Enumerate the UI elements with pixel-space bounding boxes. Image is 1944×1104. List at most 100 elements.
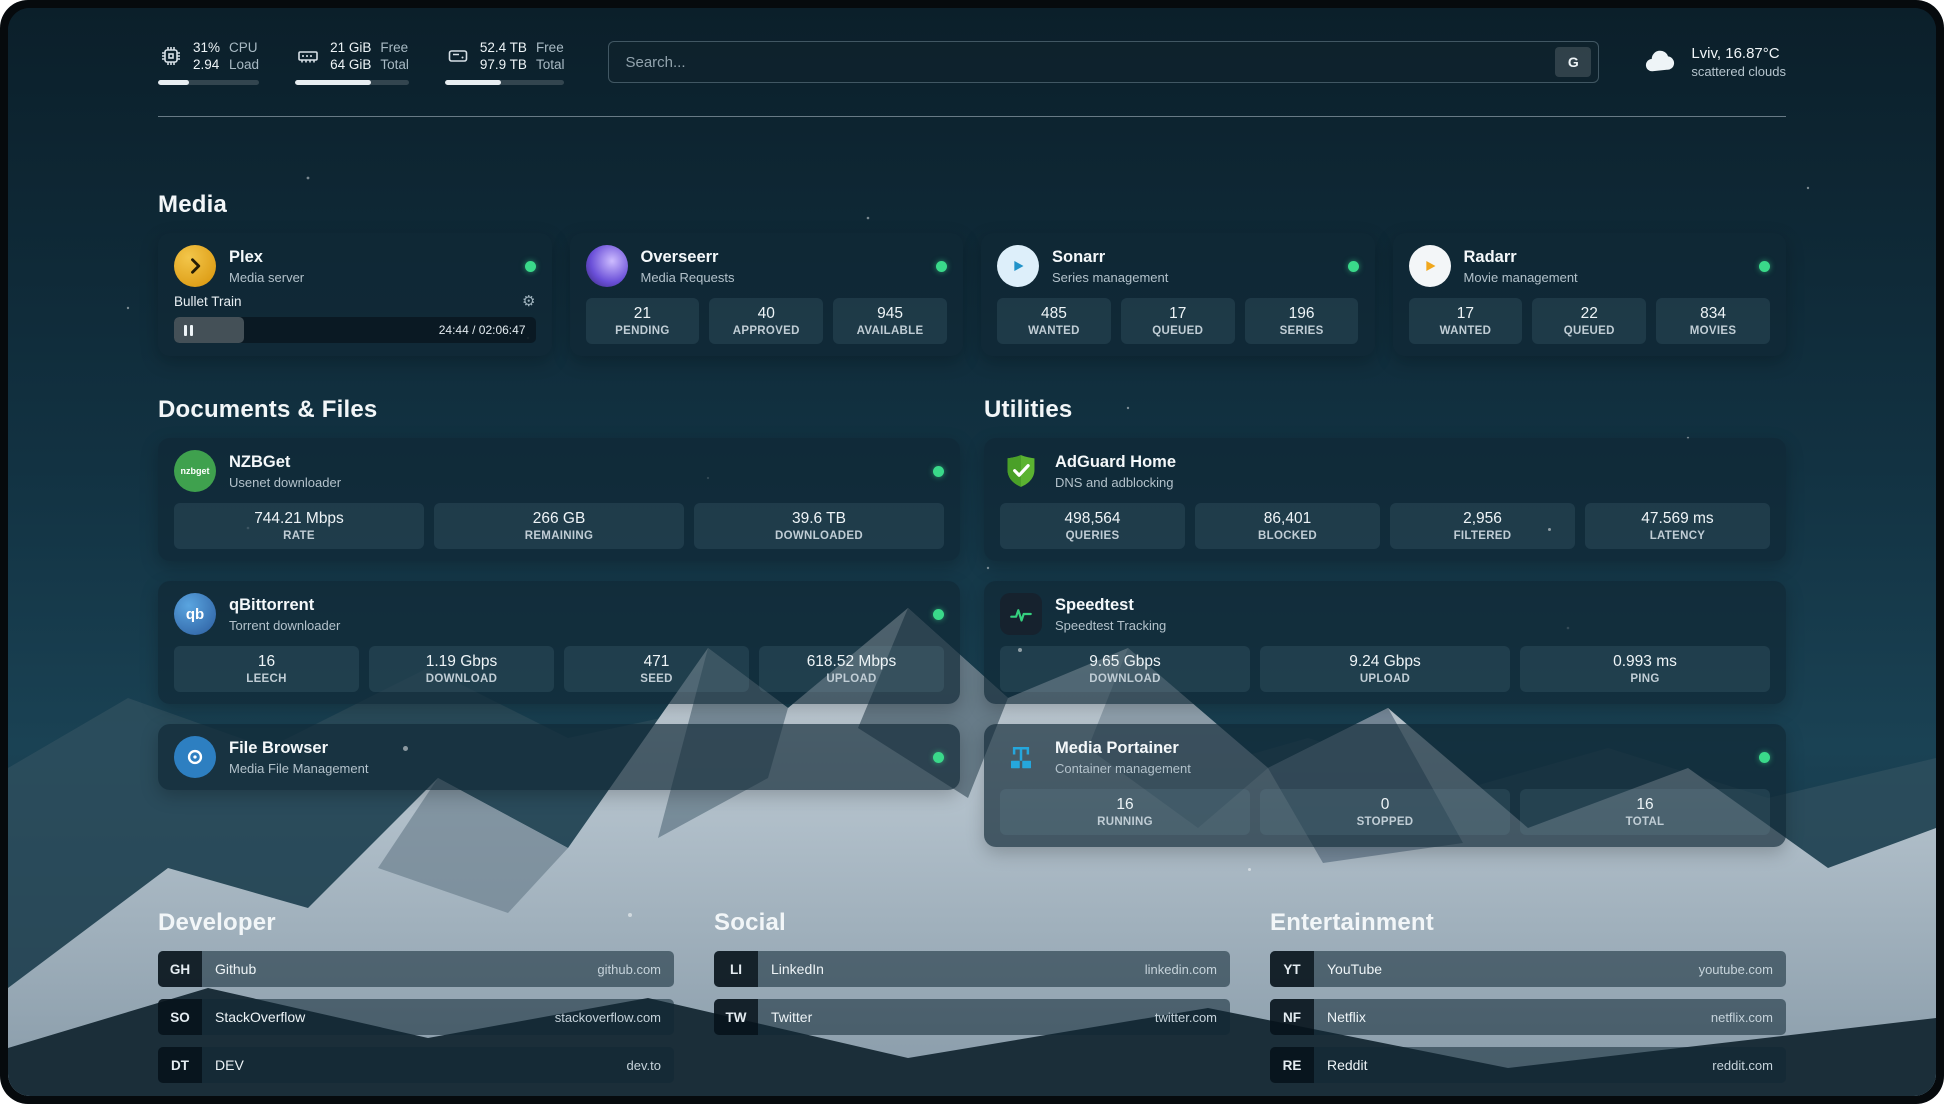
utilities-heading: Utilities [984,396,1786,424]
stat-value: 1.19 Gbps [371,652,552,671]
bookmark-abbr: TW [714,999,758,1035]
portainer-icon [1000,736,1042,778]
weather-widget: Lviv, 16.87°C scattered clouds [1643,45,1786,80]
bookmark-youtube[interactable]: YT YouTube youtube.com [1270,951,1786,987]
card-subtitle: Torrent downloader [229,618,340,633]
stat-label: REMAINING [436,530,682,542]
card-subtitle: DNS and adblocking [1055,475,1176,490]
search-bar[interactable]: G [608,41,1599,83]
cpu-load-value: 2.94 [193,56,220,73]
bookmark-url: github.com [597,962,661,977]
bookmark-stackoverflow[interactable]: SO StackOverflow stackoverflow.com [158,999,674,1035]
sonarr-icon [997,245,1039,287]
stat-value: 471 [566,652,747,671]
disk-icon [445,43,471,69]
service-card-nzbget[interactable]: nzbget NZBGet Usenet downloader 744.21 M… [158,438,960,561]
card-subtitle: Series management [1052,270,1168,285]
nzbget-icon: nzbget [174,450,216,492]
card-subtitle: Container management [1055,761,1191,776]
playback-progressbar: 24:44 / 02:06:47 [174,317,536,343]
search-provider-button[interactable]: G [1555,47,1591,77]
desktop: 31% 2.94 CPU Load [0,0,1944,1104]
service-card-plex[interactable]: Plex Media server Bullet Train ⚙ 24:44 /… [158,233,552,356]
stat-value: 86,401 [1197,509,1378,528]
bookmark-group-entertainment: Entertainment YT YouTube youtube.com NF … [1270,909,1786,1083]
service-card-adguard[interactable]: AdGuard Home DNS and adblocking 498,564 … [984,438,1786,561]
stat-value: 618.52 Mbps [761,652,942,671]
service-card-portainer[interactable]: Media Portainer Container management 16 … [984,724,1786,847]
stat-value: 21 [588,304,698,323]
stat-value: 40 [711,304,821,323]
card-title: Overseerr [641,248,735,267]
bookmark-name: Github [215,961,256,977]
stat-value: 744.21 Mbps [176,509,422,528]
service-card-radarr[interactable]: Radarr Movie management 17 WANTED 22 QUE… [1393,233,1787,356]
stat-label: SERIES [1247,325,1357,337]
stat-tile: 0 STOPPED [1260,789,1510,835]
now-playing-title: Bullet Train [174,294,242,309]
stat-value: 22 [1534,304,1644,323]
metric-disk: 52.4 TB 97.9 TB Free Total [445,39,565,85]
service-card-overseerr[interactable]: Overseerr Media Requests 21 PENDING 40 A… [570,233,964,356]
bookmark-url: linkedin.com [1145,962,1217,977]
service-card-sonarr[interactable]: Sonarr Series management 485 WANTED 17 Q… [981,233,1375,356]
service-card-speedtest[interactable]: Speedtest Speedtest Tracking 9.65 Gbps D… [984,581,1786,704]
stat-tile: 16 LEECH [174,646,359,692]
bookmark-reddit[interactable]: RE Reddit reddit.com [1270,1047,1786,1083]
stat-label: MOVIES [1658,325,1768,337]
bookmark-name: LinkedIn [771,961,824,977]
cpu-value: 31% [193,39,220,56]
gear-icon[interactable]: ⚙ [522,294,535,309]
bookmark-twitter[interactable]: TW Twitter twitter.com [714,999,1230,1035]
stat-label: PING [1522,673,1768,685]
stat-label: WANTED [1411,325,1521,337]
stat-value: 0 [1262,795,1508,814]
stat-tile: 266 GB REMAINING [434,503,684,549]
search-input[interactable] [623,53,1555,72]
overseerr-icon [586,245,628,287]
card-title: Speedtest [1055,596,1166,615]
stat-tile: 9.65 Gbps DOWNLOAD [1000,646,1250,692]
stat-label: DOWNLOADED [696,530,942,542]
bookmark-url: netflix.com [1711,1010,1773,1025]
service-card-qbittorrent[interactable]: qb qBittorrent Torrent downloader 16 LEE… [158,581,960,704]
metric-memory: 21 GiB 64 GiB Free Total [295,39,409,85]
weather-condition: scattered clouds [1691,64,1786,79]
bookmark-url: dev.to [627,1058,661,1073]
memory-free-value: 21 GiB [330,39,371,56]
stat-value: 16 [1002,795,1248,814]
documents-heading: Documents & Files [158,396,960,424]
bookmark-github[interactable]: GH Github github.com [158,951,674,987]
card-title: qBittorrent [229,596,340,615]
bookmark-name: Netflix [1327,1009,1366,1025]
cpu-load-label: Load [229,56,259,73]
status-dot [525,261,536,272]
adguard-icon [1000,450,1042,492]
card-title: Plex [229,248,304,267]
bookmark-name: Reddit [1327,1057,1367,1073]
disk-progressbar [445,80,565,85]
stat-tile: 945 AVAILABLE [833,298,947,344]
bookmark-netflix[interactable]: NF Netflix netflix.com [1270,999,1786,1035]
bookmark-abbr: NF [1270,999,1314,1035]
status-dot [1759,261,1770,272]
status-dot [933,609,944,620]
card-subtitle: Media server [229,270,304,285]
bookmark-abbr: SO [158,999,202,1035]
service-card-filebrowser[interactable]: File Browser Media File Management [158,724,960,790]
stat-tile: 9.24 Gbps UPLOAD [1260,646,1510,692]
playback-time: 24:44 / 02:06:47 [439,323,526,337]
stat-label: QUEUED [1534,325,1644,337]
stat-value: 17 [1411,304,1521,323]
stat-tile: 618.52 Mbps UPLOAD [759,646,944,692]
bookmark-abbr: RE [1270,1047,1314,1083]
stat-label: FILTERED [1392,530,1573,542]
social-heading: Social [714,909,1230,937]
bookmark-abbr: GH [158,951,202,987]
bookmark-dev[interactable]: DT DEV dev.to [158,1047,674,1083]
stat-tile: 21 PENDING [586,298,700,344]
stat-label: DOWNLOAD [371,673,552,685]
bookmark-linkedin[interactable]: LI LinkedIn linkedin.com [714,951,1230,987]
bookmark-url: youtube.com [1699,962,1773,977]
stat-tile: 196 SERIES [1245,298,1359,344]
